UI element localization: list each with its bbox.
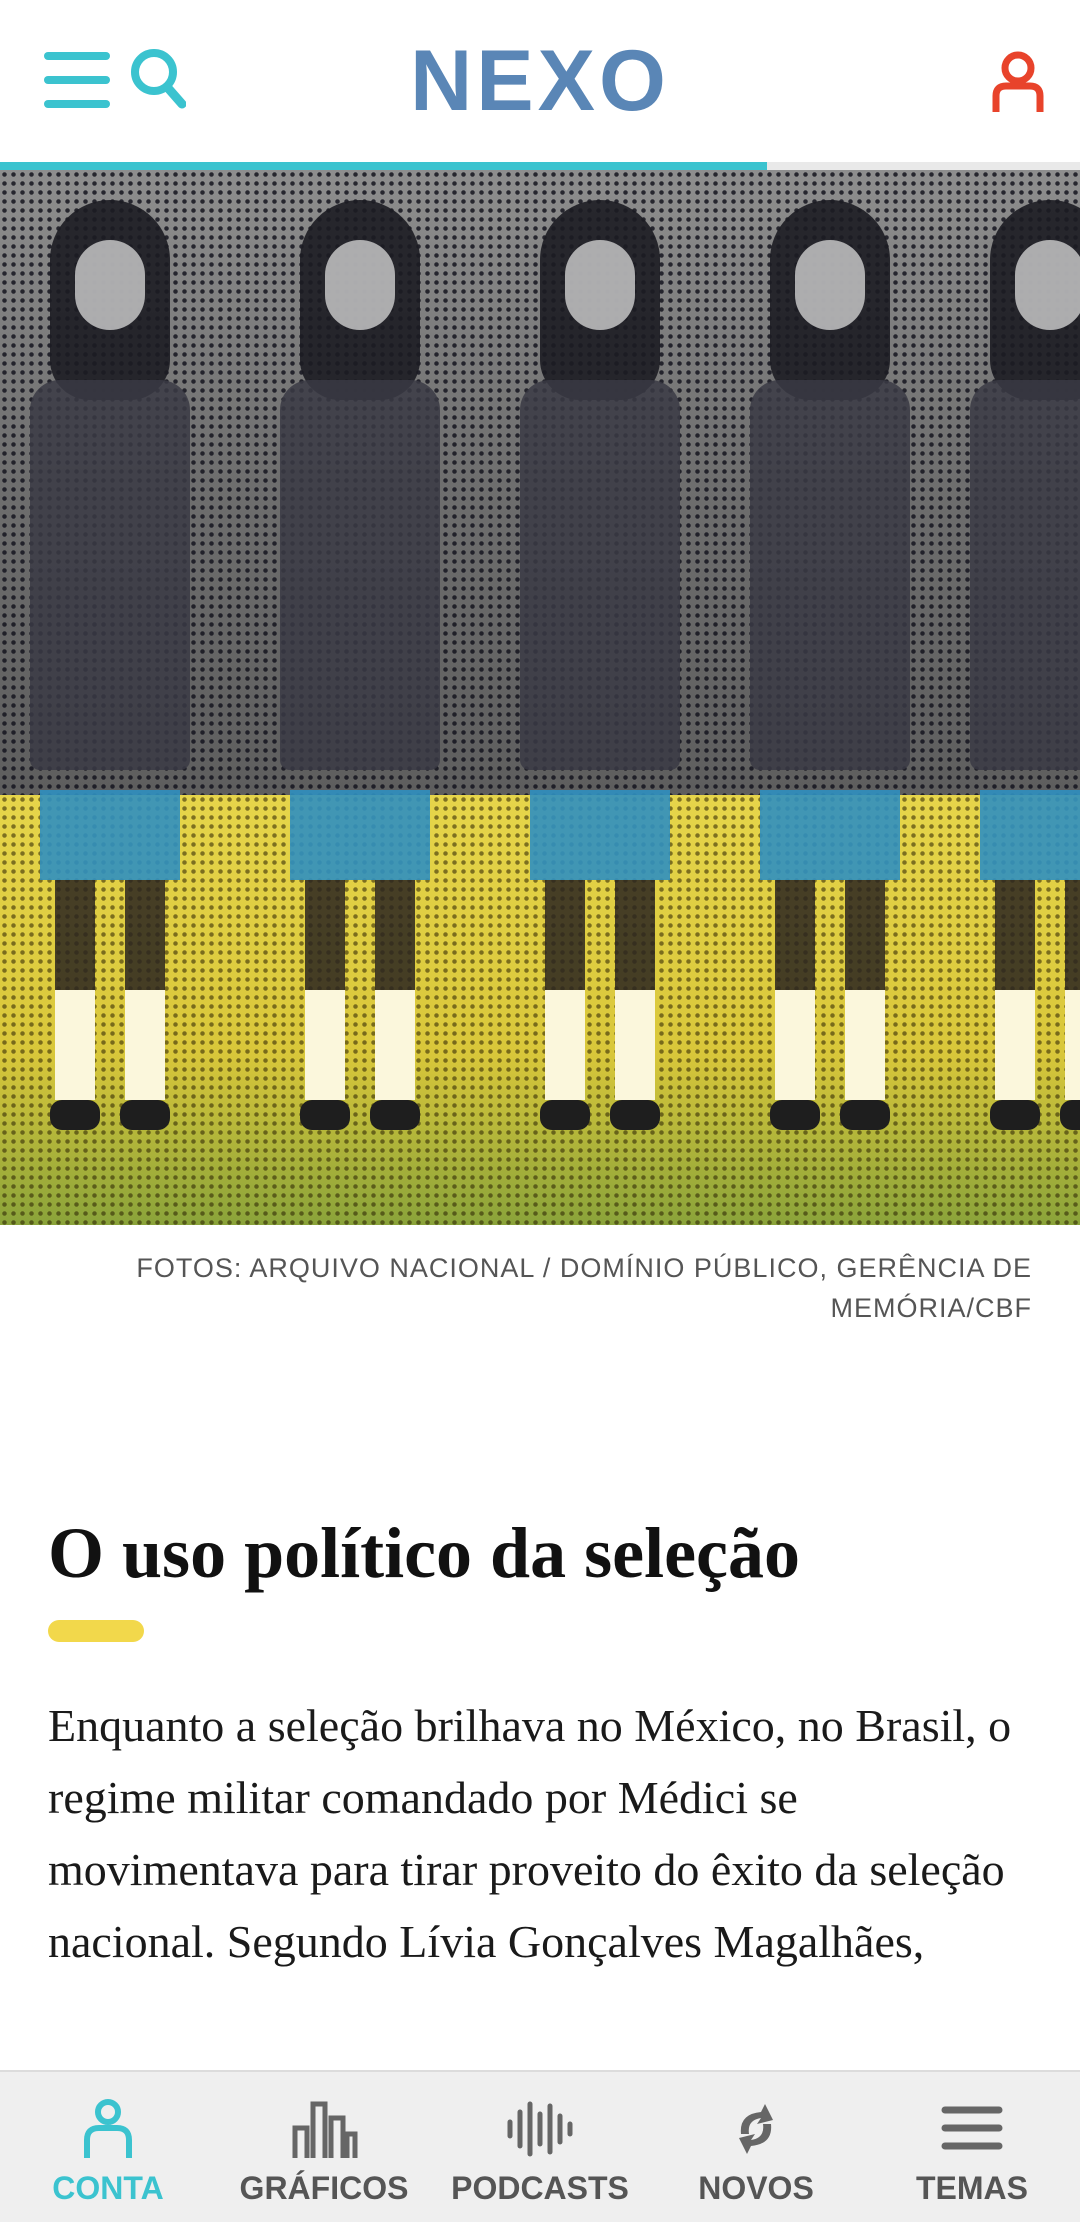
nav-temas[interactable]: TEMAS [864, 2072, 1080, 2222]
nav-label: PODCASTS [451, 2170, 629, 2206]
player-figure [510, 200, 690, 1180]
nav-novos[interactable]: NOVOS [648, 2072, 864, 2222]
bar-chart-icon [292, 2101, 358, 2158]
nav-podcasts[interactable]: PODCASTS [432, 2072, 648, 2222]
account-icon[interactable] [990, 50, 1046, 116]
nav-graficos[interactable]: GRÁFICOS [216, 2072, 432, 2222]
article-headline: O uso político da seleção [48, 1513, 800, 1593]
menu-icon [941, 2106, 1003, 2150]
nav-label: NOVOS [698, 2170, 814, 2206]
nav-label: CONTA [52, 2170, 164, 2206]
player-figure [270, 200, 450, 1180]
top-header: NEXO [0, 0, 1080, 164]
bottom-navigation: CONTA GRÁFICOS PODCASTS NOVOS TEMAS [0, 2070, 1080, 2222]
player-figure [740, 200, 920, 1180]
user-icon [84, 2099, 132, 2158]
reading-progress-bar [0, 162, 1080, 170]
svg-text:NEXO: NEXO [410, 40, 670, 120]
photo-caption: FOTOS: ARQUIVO NACIONAL / DOMÍNIO PÚBLIC… [136, 1253, 1032, 1323]
audio-wave-icon [507, 2101, 573, 2157]
nav-label: TEMAS [916, 2170, 1028, 2206]
reading-progress-fill [0, 162, 767, 170]
hamburger-menu-icon[interactable] [44, 52, 110, 108]
player-figure [960, 200, 1080, 1180]
search-icon[interactable] [130, 48, 186, 110]
nexo-logo[interactable]: NEXO [390, 40, 690, 120]
hero-photo [0, 170, 1080, 1225]
nav-conta[interactable]: CONTA [0, 2072, 216, 2222]
headline-underline [48, 1620, 144, 1642]
player-figure [20, 200, 200, 1180]
nav-label: GRÁFICOS [239, 2170, 409, 2206]
refresh-icon [739, 2104, 773, 2154]
article-body: Enquanto a seleção brilhava no México, n… [48, 1700, 1012, 1967]
